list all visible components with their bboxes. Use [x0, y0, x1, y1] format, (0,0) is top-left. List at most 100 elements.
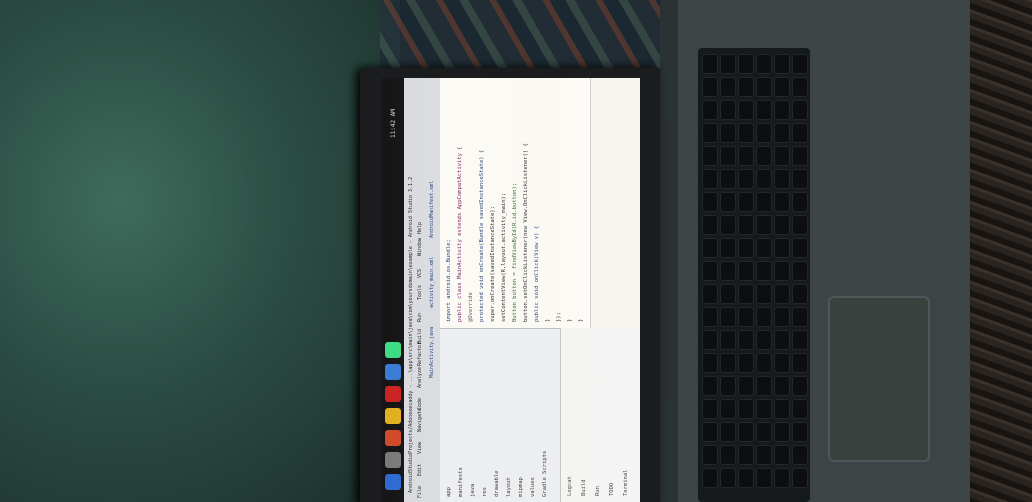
keyboard-key: [720, 146, 736, 166]
keyboard-key: [774, 468, 790, 488]
keyboard-key: [702, 238, 718, 258]
keyboard-key: [792, 468, 808, 488]
keyboard-key: [774, 77, 790, 97]
keyboard-key: [702, 169, 718, 189]
android-studio-icon[interactable]: [385, 342, 401, 358]
keyboard-key: [774, 284, 790, 304]
keyboard-key: [756, 123, 772, 143]
keyboard-key: [702, 100, 718, 120]
keyboard-key: [756, 77, 772, 97]
opera-icon[interactable]: [385, 386, 401, 402]
keyboard-key: [792, 307, 808, 327]
keyboard-key: [702, 284, 718, 304]
menu-item: View: [417, 441, 423, 454]
windows-taskbar: 11:42 AM: [382, 78, 404, 502]
start-icon[interactable]: [385, 474, 401, 490]
code-line: setContentView(R.layout.activity_main);: [501, 192, 507, 322]
laptop-keyboard: [698, 48, 810, 502]
editor-margin: [590, 78, 640, 328]
keyboard-key: [738, 100, 754, 120]
menu-item: Refactor: [417, 341, 423, 366]
tree-item: Gradle Scripts: [542, 450, 548, 497]
keyboard-key: [792, 123, 808, 143]
keyboard-key: [774, 215, 790, 235]
floor-rug: [965, 0, 1032, 502]
keyboard-key: [738, 169, 754, 189]
skype-icon[interactable]: [385, 364, 401, 380]
keyboard-key: [792, 192, 808, 212]
project-tree[interactable]: app manifests java res drawable layout mipmap v…: [440, 328, 560, 502]
keyboard-key: [720, 100, 736, 120]
code-editor[interactable]: import android.os.Bundle; public class Ma…: [440, 78, 590, 328]
bottom-tab: Logcat: [567, 476, 573, 496]
code-line: button.setOnClickListener(new View.OnCli…: [523, 143, 529, 322]
tree-item: manifests: [458, 467, 464, 497]
keyboard-key: [756, 238, 772, 258]
keyboard-key: [702, 307, 718, 327]
keyboard-key: [702, 422, 718, 442]
keyboard-key: [774, 123, 790, 143]
code-line: super.onCreate(savedInstanceState);: [490, 206, 496, 322]
laptop-touchpad: [828, 296, 930, 462]
code-line: import android.os.Bundle;: [446, 239, 452, 322]
menu-item: Edit: [417, 463, 423, 476]
keyboard-key: [702, 215, 718, 235]
tree-item: app: [446, 487, 452, 497]
keyboard-key: [774, 54, 790, 74]
window-title: AndroidStudioProjects/Adonexecaddy - ...…: [408, 176, 414, 493]
keyboard-key: [792, 422, 808, 442]
keyboard-key: [702, 54, 718, 74]
keyboard-key: [720, 445, 736, 465]
chrome-icon[interactable]: [385, 408, 401, 424]
bottom-panel[interactable]: Logcat Build Run TODO Terminal: [560, 328, 640, 502]
keyboard-key: [702, 192, 718, 212]
keyboard-key: [774, 146, 790, 166]
keyboard-key: [792, 330, 808, 350]
code-line: }: [567, 318, 573, 322]
keyboard-key: [774, 422, 790, 442]
keyboard-key: [738, 123, 754, 143]
bottom-tab: Run: [595, 486, 601, 496]
search-icon[interactable]: [385, 452, 401, 468]
keyboard-key: [720, 261, 736, 281]
menu-item: Help: [417, 221, 423, 234]
keyboard-key: [792, 77, 808, 97]
code-line: }: [545, 318, 551, 322]
keyboard-key: [702, 123, 718, 143]
keyboard-key: [774, 330, 790, 350]
menu-item: File: [417, 485, 423, 498]
tree-item: drawable: [494, 470, 500, 498]
keyboard-key: [756, 169, 772, 189]
keyboard-key: [738, 307, 754, 327]
menu-item: Window: [417, 237, 423, 256]
keyboard-key: [738, 77, 754, 97]
firefox-icon[interactable]: [385, 430, 401, 446]
keyboard-key: [756, 376, 772, 396]
keyboard-key: [774, 238, 790, 258]
keyboard-key: [792, 445, 808, 465]
keyboard-key: [720, 376, 736, 396]
keyboard-key: [774, 376, 790, 396]
keyboard-key: [702, 353, 718, 373]
keyboard-key: [720, 330, 736, 350]
tree-item: values: [530, 477, 536, 497]
keyboard-key: [738, 192, 754, 212]
menu-item: Navigate: [417, 407, 423, 432]
keyboard-key: [702, 445, 718, 465]
keyboard-key: [738, 422, 754, 442]
keyboard-key: [774, 261, 790, 281]
keyboard-key: [756, 468, 772, 488]
keyboard-key: [720, 284, 736, 304]
keyboard-key: [702, 399, 718, 419]
bottom-tab: Build: [581, 479, 587, 496]
keyboard-key: [738, 353, 754, 373]
ide-toolbar: AndroidStudioProjects/Adonexecaddy - ...…: [404, 78, 441, 502]
taskbar-clock: 11:42 AM: [390, 109, 397, 138]
keyboard-key: [756, 445, 772, 465]
keyboard-key: [720, 307, 736, 327]
tree-item: layout: [506, 477, 512, 497]
code-line: @Override: [468, 292, 474, 322]
code-line: public void onClick(View v) {: [534, 225, 540, 322]
code-line: }: [578, 318, 584, 322]
keyboard-key: [756, 146, 772, 166]
